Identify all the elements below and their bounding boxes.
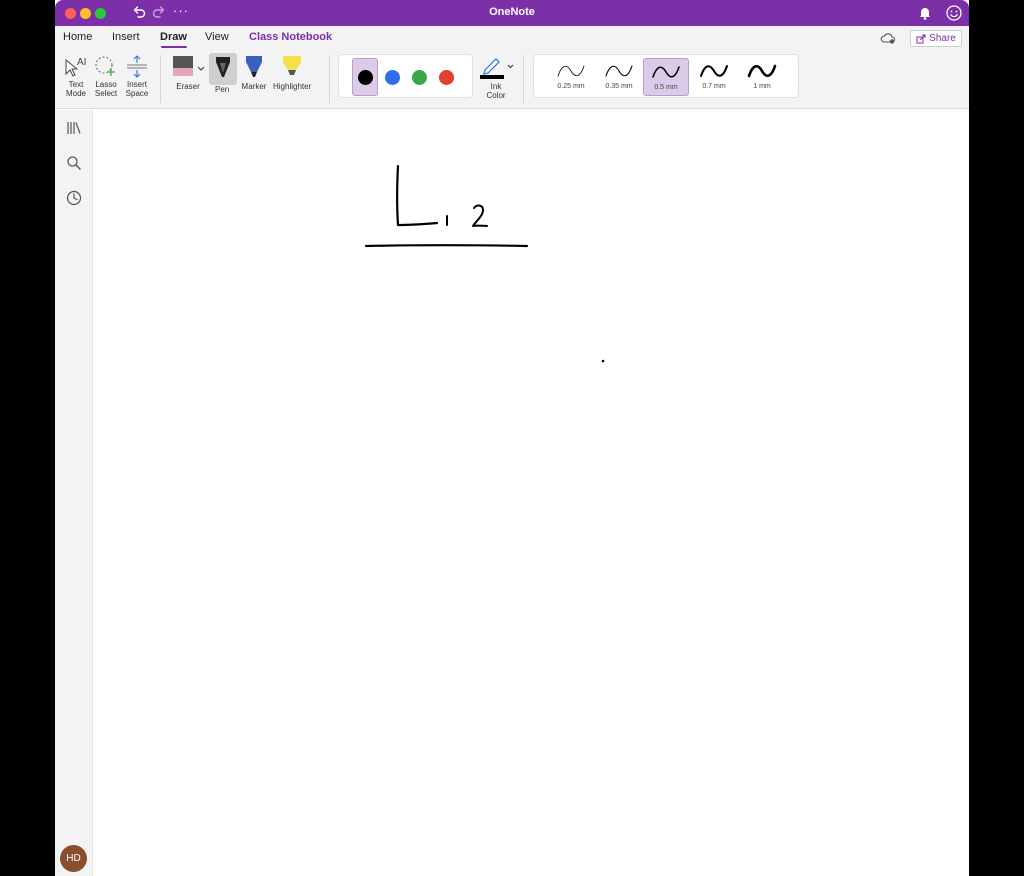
thickness-07mm[interactable]: 0.7 mm xyxy=(691,58,737,96)
color-dot-black xyxy=(357,69,373,85)
marker-icon xyxy=(246,56,262,77)
eraser-icon xyxy=(173,56,205,76)
share-icon xyxy=(916,34,926,43)
stroke-preview-icon xyxy=(747,64,777,78)
color-swatch-red[interactable] xyxy=(433,58,459,96)
redo-icon[interactable] xyxy=(151,4,167,20)
share-button[interactable]: Share xyxy=(910,30,962,47)
text-mode-label-2: Mode xyxy=(65,89,86,98)
user-avatar[interactable]: HD xyxy=(60,845,87,872)
close-window-button[interactable] xyxy=(65,8,76,19)
marker-label: Marker xyxy=(241,82,267,91)
color-swatch-black[interactable] xyxy=(352,58,378,96)
draw-ribbon: AI Text Mode Lasso Select Insert Space E… xyxy=(55,50,969,109)
minimize-window-button[interactable] xyxy=(80,8,91,19)
eraser-label: Eraser xyxy=(176,82,200,91)
insert-space-label-2: Space xyxy=(125,89,149,98)
lasso-select-button[interactable]: Lasso Select xyxy=(93,54,119,98)
highlighter-label: Highlighter xyxy=(273,82,312,91)
pen-button[interactable] xyxy=(209,53,237,85)
left-nav-rail: HD xyxy=(55,110,93,876)
color-swatch-green[interactable] xyxy=(406,58,432,96)
svg-text:AI: AI xyxy=(77,57,86,68)
page-canvas[interactable] xyxy=(93,110,969,876)
ribbon-tabs: Home Insert Draw View Class Notebook Sha… xyxy=(55,26,969,50)
color-dot-blue xyxy=(384,69,400,85)
pen-label: Pen xyxy=(215,85,230,94)
ribbon-divider xyxy=(329,55,330,103)
ribbon-divider xyxy=(160,55,161,103)
bell-icon[interactable] xyxy=(917,5,933,21)
title-bar: ··· OneNote xyxy=(55,0,969,26)
color-dot-green xyxy=(411,69,427,85)
thickness-label: 0.5 mm xyxy=(654,84,678,91)
insert-space-icon xyxy=(127,55,147,78)
thickness-05mm[interactable]: 0.5 mm xyxy=(643,58,689,96)
thickness-1mm[interactable]: 1 mm xyxy=(739,58,785,96)
tab-insert[interactable]: Insert xyxy=(112,31,140,43)
ink-subscript-2 xyxy=(472,204,488,227)
notebooks-icon[interactable] xyxy=(65,119,83,137)
active-tab-indicator xyxy=(161,46,187,48)
stroke-preview-icon xyxy=(700,65,728,77)
more-options-icon[interactable]: ··· xyxy=(173,3,189,18)
stroke-preview-icon xyxy=(557,65,585,77)
search-icon[interactable] xyxy=(65,154,83,172)
text-mode-button[interactable]: AI Text Mode xyxy=(63,54,89,98)
marker-button[interactable]: Marker xyxy=(241,54,267,91)
pen-icon xyxy=(216,57,230,77)
text-mode-icon: AI xyxy=(65,57,86,77)
tab-view[interactable]: View xyxy=(205,31,229,43)
thickness-025mm[interactable]: 0.25 mm xyxy=(548,58,594,96)
app-title: OneNote xyxy=(489,6,535,18)
highlighter-button[interactable]: Highlighter xyxy=(273,54,311,91)
ribbon-divider xyxy=(523,55,524,103)
share-label: Share xyxy=(929,33,956,44)
eraser-button[interactable]: Eraser xyxy=(171,54,205,91)
tab-draw[interactable]: Draw xyxy=(160,31,187,43)
onenote-window: ··· OneNote Home Insert Draw View Class … xyxy=(55,0,969,876)
insert-space-label-1: Insert xyxy=(126,80,147,89)
insert-space-button[interactable]: Insert Space xyxy=(124,54,150,98)
ink-letter-l xyxy=(396,164,439,227)
ink-drawing xyxy=(364,164,605,363)
pen-thickness-group: 0.25 mm 0.35 mm 0.5 mm 0.7 mm 1 mm xyxy=(533,54,799,98)
lasso-select-label-1: Lasso xyxy=(95,80,117,89)
ink-color-button[interactable]: Ink Color xyxy=(477,54,515,100)
color-dot-red xyxy=(438,69,454,85)
thickness-label: 0.25 mm xyxy=(557,83,585,90)
ink-color-label-2: Color xyxy=(486,91,506,100)
maximize-window-button[interactable] xyxy=(95,8,106,19)
undo-icon[interactable] xyxy=(131,4,147,20)
ink-color-label-1: Ink xyxy=(490,82,502,91)
tab-home[interactable]: Home xyxy=(63,31,92,43)
thickness-label: 0.35 mm xyxy=(605,83,633,90)
stroke-preview-icon xyxy=(652,66,680,78)
stroke-preview-icon xyxy=(605,65,633,77)
highlighter-icon xyxy=(283,56,302,75)
lasso-select-icon xyxy=(95,56,115,76)
text-mode-label-1: Text xyxy=(68,80,84,89)
ink-underline xyxy=(364,244,529,248)
lasso-select-label-2: Select xyxy=(94,89,118,98)
ink-color-icon xyxy=(480,58,514,79)
color-swatch-blue[interactable] xyxy=(379,58,405,96)
ink-dot xyxy=(601,359,605,363)
tab-class-notebook[interactable]: Class Notebook xyxy=(249,31,332,43)
recent-clock-icon[interactable] xyxy=(65,189,83,207)
thickness-035mm[interactable]: 0.35 mm xyxy=(596,58,642,96)
feedback-smiley-icon[interactable] xyxy=(945,4,963,22)
thickness-label: 1 mm xyxy=(753,83,771,90)
ink-color-palette xyxy=(338,54,473,98)
sync-status-icon[interactable] xyxy=(880,31,896,45)
thickness-label: 0.7 mm xyxy=(702,83,726,90)
